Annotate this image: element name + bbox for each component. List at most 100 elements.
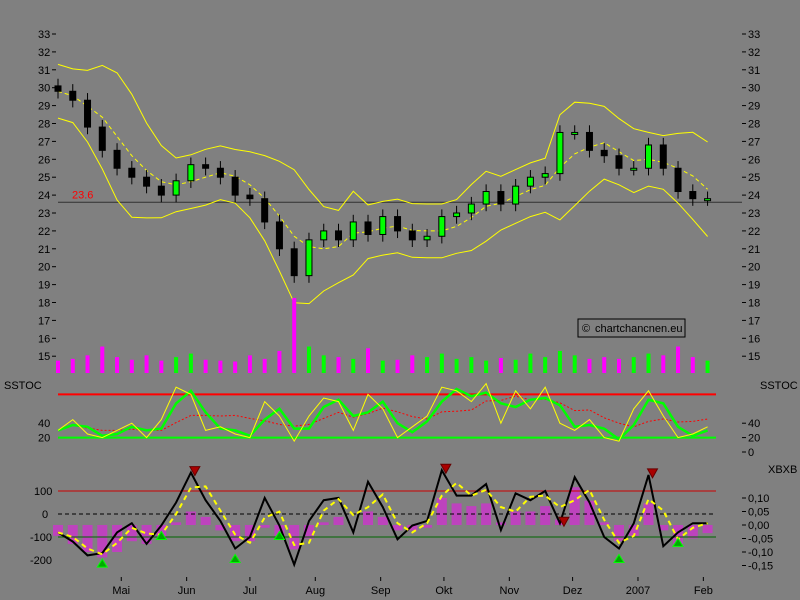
sstoc-label-left: SSTOC	[4, 380, 42, 392]
xbxb-tick-left: 100	[34, 486, 52, 498]
volume-bar	[587, 358, 592, 373]
candle	[674, 167, 682, 193]
sstoc-slow-line	[57, 387, 709, 442]
buy-signal-icon	[613, 553, 625, 563]
volume-bar	[129, 359, 134, 373]
x-tick-label: Jul	[243, 585, 257, 597]
price-tick-left: 28	[38, 119, 50, 131]
candle	[408, 230, 416, 241]
x-tick-label: Jun	[178, 585, 196, 597]
volume-bar	[557, 350, 562, 373]
candle	[290, 248, 298, 277]
sstoc-tick-right: 0	[748, 447, 754, 459]
volume-bar	[277, 350, 282, 373]
candle	[305, 239, 313, 277]
price-tick-left: 15	[38, 351, 50, 363]
price-tick-right: 21	[748, 244, 760, 256]
volume-bar	[705, 360, 710, 373]
candle	[379, 216, 387, 235]
candle	[704, 198, 712, 202]
volume-bar	[631, 357, 636, 373]
price-tick-left: 27	[38, 136, 50, 148]
volume-bar	[56, 360, 60, 373]
sstoc-panel	[57, 382, 716, 443]
x-tick-label: Sep	[371, 585, 391, 597]
candle	[482, 191, 490, 205]
candle	[261, 198, 269, 223]
xbxb-label: XBXB	[768, 464, 797, 476]
candle	[128, 167, 136, 178]
volume-bar	[572, 355, 577, 373]
histogram-bar	[333, 516, 344, 525]
sstoc-label-right: SSTOC	[760, 380, 798, 392]
price-tick-left: 32	[38, 47, 50, 59]
volume-bar	[262, 358, 267, 373]
x-tick-label: Mai	[112, 585, 130, 597]
price-tick-right: 27	[748, 136, 760, 148]
volume-bar	[616, 358, 621, 373]
sstoc-tick-right: 40	[748, 418, 760, 430]
candle	[275, 221, 283, 250]
price-tick-right: 33	[748, 29, 760, 41]
price-tick-right: 25	[748, 172, 760, 184]
xbxb-tick-left: 0	[42, 509, 48, 521]
volume-bar	[469, 357, 474, 373]
volume-bar	[100, 346, 105, 373]
candle	[453, 212, 461, 218]
candle	[84, 99, 92, 128]
histogram-bar	[540, 506, 551, 525]
candle	[556, 131, 564, 175]
candle	[172, 180, 180, 196]
volume-bar	[528, 353, 533, 373]
candle	[157, 185, 165, 196]
volume-bar	[454, 358, 459, 373]
candle	[364, 221, 372, 235]
xbxb-tick-right: 0,05	[748, 507, 769, 519]
xbxb-tick-right: 0,00	[748, 520, 769, 532]
candle	[113, 149, 121, 169]
watermark: © chartchancnen.eu	[577, 318, 686, 338]
watermark-text: chartchancnen.eu	[595, 323, 682, 335]
sstoc-tick-left: 40	[38, 418, 50, 430]
price-tick-left: 25	[38, 172, 50, 184]
candle	[349, 221, 357, 241]
x-tick-label: Feb	[694, 585, 713, 597]
volume-bar	[203, 359, 208, 373]
candle	[689, 191, 697, 200]
histogram-bar	[569, 487, 580, 525]
price-panel: 23.6	[54, 63, 742, 305]
volume-bar	[233, 361, 238, 373]
candle	[645, 144, 653, 169]
volume-bar	[425, 357, 430, 373]
candle	[98, 126, 106, 151]
volume-bar	[188, 353, 193, 373]
price-tick-right: 23	[748, 208, 760, 220]
candle	[231, 176, 239, 196]
price-tick-right: 32	[748, 47, 760, 59]
price-tick-left: 30	[38, 83, 50, 95]
sstoc-tick-left: 20	[38, 433, 50, 445]
candle	[54, 85, 62, 92]
xbxb-tick-right: -0,10	[748, 547, 773, 559]
candle	[585, 131, 593, 151]
volume-bar	[306, 346, 311, 373]
price-tick-right: 20	[748, 262, 760, 274]
buy-signal-icon	[229, 553, 242, 563]
volume-bar	[366, 348, 371, 373]
volume-bar	[395, 359, 400, 373]
price-tick-left: 23	[38, 208, 50, 220]
price-tick-right: 15	[748, 351, 760, 363]
copyright-icon: ©	[582, 323, 590, 335]
candle	[69, 90, 77, 101]
x-tick-label: 2007	[626, 585, 650, 597]
price-tick-left: 24	[38, 190, 50, 202]
histogram-bar	[259, 525, 270, 528]
volume-bar	[70, 358, 75, 373]
price-tick-right: 26	[748, 154, 760, 166]
support-line-label: 23.6	[72, 189, 93, 201]
xbxb-tick-left: -200	[30, 555, 52, 567]
candle	[512, 185, 520, 205]
volume-bar	[351, 358, 356, 373]
xbxb-tick-left: -100	[30, 532, 52, 544]
candle	[438, 216, 446, 237]
